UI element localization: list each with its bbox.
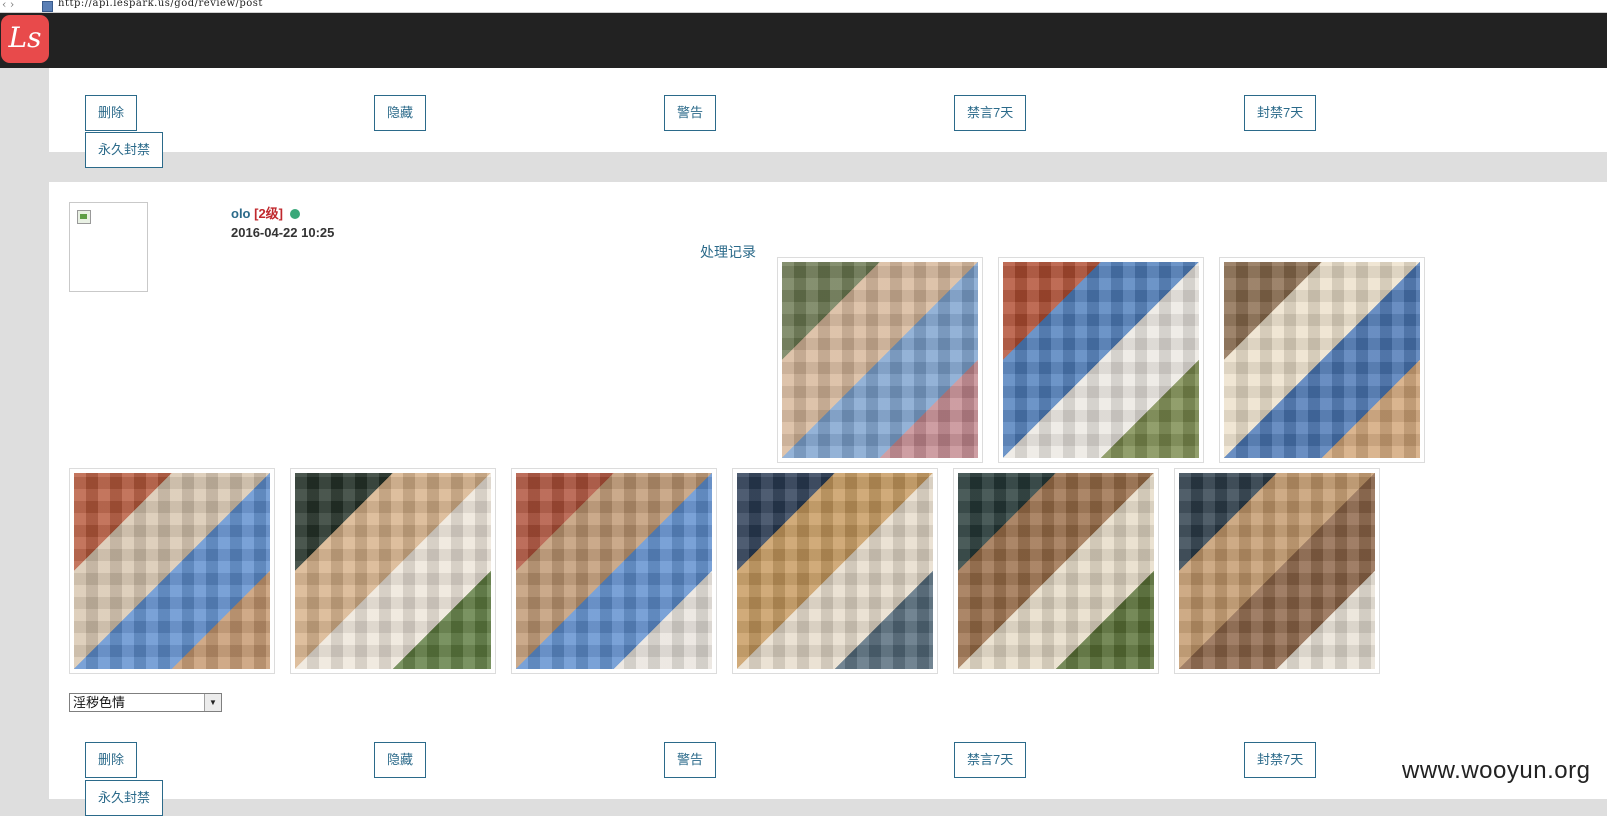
page-favicon-icon [42,1,53,12]
post-image-content [1179,473,1375,669]
post-image[interactable] [998,257,1204,463]
username[interactable]: olo [231,206,251,221]
ban-7d-button[interactable]: 封禁7天 [1244,742,1317,778]
dropdown-arrow-icon[interactable]: ▼ [204,694,221,711]
post-image-content [516,473,712,669]
user-level-badge: [2级] [254,206,284,221]
verified-icon [289,208,300,219]
post-image[interactable] [511,468,717,674]
post-image[interactable] [777,257,983,463]
mute-7d-button[interactable]: 禁言7天 [954,95,1027,131]
violation-category-value: 淫秽色情 [73,695,126,710]
post-image-content [737,473,933,669]
hide-button[interactable]: 隐藏 [374,95,427,131]
warn-button[interactable]: 警告 [664,95,717,131]
back-forward-icon[interactable]: ‹ › [2,0,14,11]
post-image-content [958,473,1154,669]
permanent-ban-button[interactable]: 永久封禁 [85,780,164,816]
post-author: olo [2级] [231,203,300,222]
hide-button[interactable]: 隐藏 [374,742,427,778]
post-image-content [295,473,491,669]
violation-category-select[interactable]: 淫秽色情 ▼ [69,693,222,712]
permanent-ban-button[interactable]: 永久封禁 [85,132,164,168]
post-image[interactable] [1219,257,1425,463]
delete-button[interactable]: 删除 [85,95,138,131]
post-image-content [1003,262,1199,458]
post-timestamp: 2016-04-22 10:25 [231,225,335,240]
delete-button[interactable]: 删除 [85,742,138,778]
post-image[interactable] [69,468,275,674]
top-actions-panel [49,68,1607,152]
user-avatar[interactable] [69,202,148,292]
post-image-content [1224,262,1420,458]
browser-address-bar[interactable]: ‹ › http://api.lespark.us/god/review/pos… [0,0,1607,13]
broken-image-icon [77,210,91,224]
post-image[interactable] [732,468,938,674]
mute-7d-button[interactable]: 禁言7天 [954,742,1027,778]
ban-7d-button[interactable]: 封禁7天 [1244,95,1317,131]
top-nav-bar [0,13,1607,68]
post-image[interactable] [1174,468,1380,674]
post-image-content [74,473,270,669]
post-image-content [782,262,978,458]
post-image[interactable] [290,468,496,674]
warn-button[interactable]: 警告 [664,742,717,778]
app-logo[interactable]: Ls [1,15,49,63]
process-record-link[interactable]: 处理记录 [700,242,756,262]
address-url[interactable]: http://api.lespark.us/god/review/post [58,0,263,9]
site-watermark: www.wooyun.org [1402,757,1591,784]
post-image[interactable] [953,468,1159,674]
